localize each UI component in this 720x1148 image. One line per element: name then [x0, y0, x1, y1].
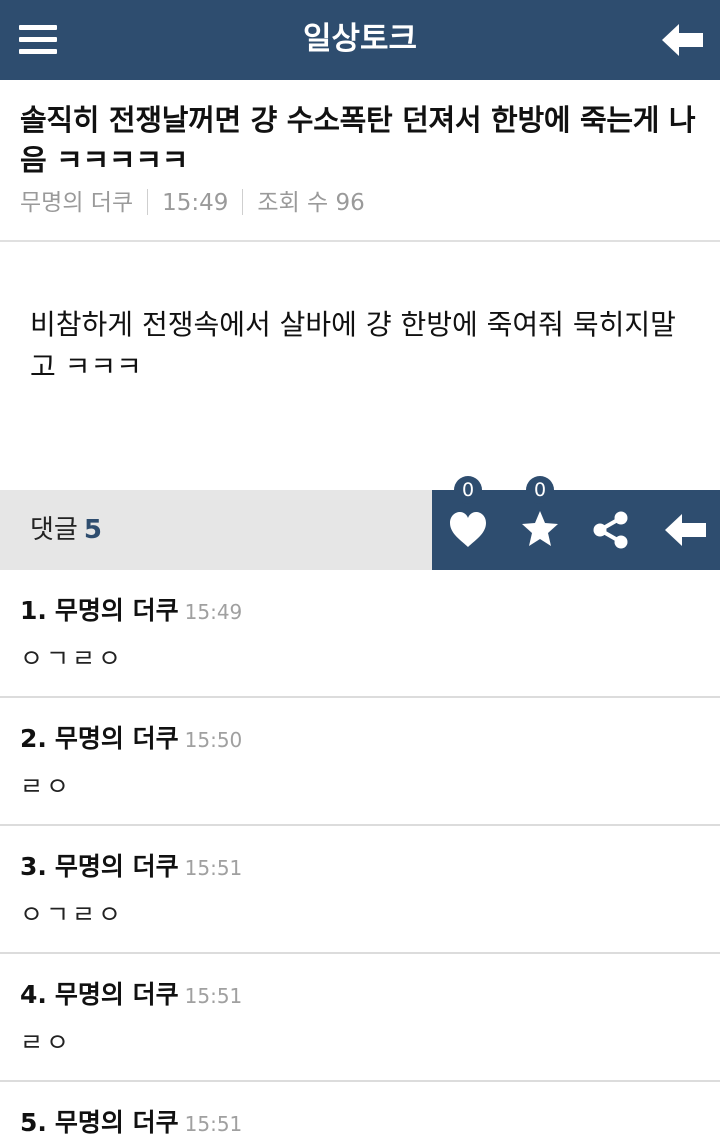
comment-number: 2. — [20, 724, 47, 753]
post-title: 솔직히 전쟁날꺼면 걍 수소폭탄 던져서 한방에 죽는게 나음 ㅋㅋㅋㅋㅋ — [20, 103, 696, 177]
comment-header: 5. 무명의 더쿠 15:51 — [20, 1106, 242, 1140]
comment-label: 댓글 5 — [30, 490, 102, 570]
comment-text: ㅇㄱㄹㅇ — [20, 644, 125, 673]
comment-text: ㅇㄱㄹㅇ — [20, 900, 125, 929]
comment-author: 무명의 더쿠 — [54, 980, 179, 1009]
page-title: 일상토크 — [302, 21, 418, 57]
comment-number: 5. — [20, 1108, 47, 1137]
comment-item: 2. 무명의 더쿠 15:50 ㄹㅇ — [0, 698, 720, 826]
comment-time: 15:51 — [184, 1112, 243, 1136]
app-header: 일상토크 — [0, 0, 720, 80]
share-icon — [593, 511, 628, 549]
comment-time: 15:51 — [184, 856, 243, 880]
comment-author: 무명의 더쿠 — [54, 596, 179, 625]
meta-divider — [242, 189, 244, 215]
post-views: 조회 수 96 — [257, 190, 365, 216]
comment-count: 5 — [83, 515, 102, 545]
menu-button[interactable] — [19, 25, 57, 55]
post-meta: 무명의 더쿠 15:49 조회 수 96 — [20, 186, 365, 220]
comment-item: 1. 무명의 더쿠 15:49 ㅇㄱㄹㅇ — [0, 570, 720, 698]
comment-text: ㄹㅇ — [20, 1028, 73, 1057]
hamburger-menu-icon — [19, 25, 57, 30]
post-body: 비참하게 전쟁속에서 살바에 걍 한방에 죽여줘 묵히지말고 ㅋㅋㅋ — [30, 308, 676, 383]
comment-time: 15:49 — [184, 600, 243, 624]
hamburger-menu-icon-bar — [19, 37, 57, 42]
comment-header: 3. 무명의 더쿠 15:51 — [20, 850, 242, 884]
post-author: 무명의 더쿠 — [20, 190, 134, 216]
divider — [0, 240, 720, 242]
comment-author: 무명의 더쿠 — [54, 724, 179, 753]
comment-time: 15:50 — [184, 728, 243, 752]
comment-number: 4. — [20, 980, 47, 1009]
comment-item: 5. 무명의 더쿠 15:51 — [0, 1082, 720, 1148]
star-icon — [522, 511, 558, 546]
comment-author: 무명의 더쿠 — [54, 852, 179, 881]
post-time: 15:49 — [162, 190, 229, 216]
favorite-button[interactable]: 0 — [520, 476, 560, 570]
share-button[interactable] — [592, 490, 630, 570]
comment-header: 2. 무명의 더쿠 15:50 — [20, 722, 242, 756]
action-back-button[interactable] — [664, 490, 708, 570]
comment-text: ㄹㅇ — [20, 772, 73, 801]
heart-icon — [450, 512, 486, 547]
comment-header-bar: 댓글 5 — [0, 490, 432, 570]
comment-time: 15:51 — [184, 984, 243, 1008]
back-button[interactable] — [662, 22, 704, 58]
comment-item: 4. 무명의 더쿠 15:51 ㄹㅇ — [0, 954, 720, 1082]
meta-divider — [147, 189, 149, 215]
post-action-bar: 0 0 — [432, 476, 720, 570]
hamburger-menu-icon-bar — [19, 49, 57, 54]
comment-header: 4. 무명의 더쿠 15:51 — [20, 978, 242, 1012]
like-count-badge: 0 — [454, 476, 482, 504]
arrow-left-icon — [662, 24, 703, 56]
comment-author: 무명의 더쿠 — [54, 1108, 179, 1137]
comment-item: 3. 무명의 더쿠 15:51 ㅇㄱㄹㅇ — [0, 826, 720, 954]
comment-number: 3. — [20, 852, 47, 881]
comment-label-text: 댓글 — [30, 515, 78, 545]
comment-header: 1. 무명의 더쿠 15:49 — [20, 594, 242, 628]
comment-number: 1. — [20, 596, 47, 625]
arrow-left-icon — [665, 514, 706, 546]
favorite-count-badge: 0 — [526, 476, 554, 504]
like-button[interactable]: 0 — [446, 476, 490, 570]
